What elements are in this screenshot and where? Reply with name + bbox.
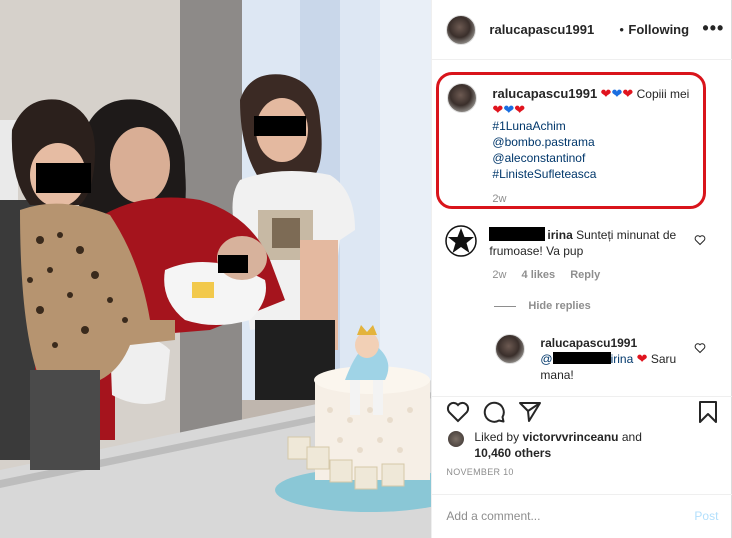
header-separator: • [619, 22, 624, 37]
comment-text: irina Sunteți minunat de frumoase! Va pu… [489, 227, 694, 259]
like-reply-icon[interactable] [694, 342, 706, 354]
red-heart-icon: ❤ [492, 102, 504, 117]
post-caption: ralucapascu1991 ❤❤❤ Copiii mei ❤❤❤ #1Lun… [432, 72, 732, 212]
comment-body: Sunteți minunat de frumoase! Va pup [489, 228, 677, 258]
red-heart-icon: ❤ [622, 86, 634, 101]
post-button[interactable]: Post [694, 509, 718, 523]
liker-avatar[interactable] [448, 431, 465, 447]
hashtag-link[interactable]: #1LunaAchim [492, 119, 565, 133]
and-label: and [621, 430, 642, 444]
comment-username[interactable]: irina [547, 228, 572, 242]
hide-replies-label: Hide replies [528, 300, 591, 312]
action-bar [432, 396, 732, 426]
post-side-panel: ralucapascu1991 • Following ••• ralucapa… [431, 0, 732, 538]
mention-link[interactable]: irina [611, 352, 634, 366]
red-heart-icon: ❤ [636, 351, 648, 366]
comment-likes[interactable]: 4 likes [522, 269, 556, 281]
more-options-icon[interactable]: ••• [702, 18, 724, 39]
reply-username[interactable]: ralucapascu1991 [540, 336, 637, 350]
reply-button[interactable]: Reply [570, 269, 600, 281]
caption-text: ralucapascu1991 ❤❤❤ Copiii mei ❤❤❤ #1Lun… [492, 86, 702, 182]
star-avatar-icon[interactable] [444, 224, 478, 258]
comment-input[interactable]: Add a comment... [446, 509, 540, 523]
liker-username[interactable]: victorvvrinceanu [522, 430, 618, 444]
following-button[interactable]: Following [628, 22, 689, 37]
like-post-icon[interactable] [446, 400, 470, 424]
author-username[interactable]: ralucapascu1991 [489, 22, 594, 37]
reply-avatar[interactable] [495, 334, 526, 364]
like-comment-icon[interactable] [694, 234, 706, 246]
family-photo-illustration [0, 0, 432, 538]
hashtag-link[interactable]: #LinisteSufleteasca [492, 167, 596, 181]
share-icon[interactable] [518, 400, 542, 424]
reply-text: @ irina ❤ Saru mana! [540, 351, 690, 383]
post-header: ralucapascu1991 • Following ••• [432, 0, 732, 60]
reply-comment: ralucapascu1991 @ irina ❤ Saru mana! [432, 330, 732, 390]
post-date[interactable]: NOVEMBER 10 [446, 467, 513, 477]
comment-timestamp[interactable]: 2w [492, 269, 506, 281]
mention-link[interactable]: @aleconstantinof [492, 151, 585, 165]
blue-heart-icon: ❤ [503, 102, 515, 117]
caption-body: Copiii mei [636, 87, 690, 101]
caption-username[interactable]: ralucapascu1991 [492, 86, 597, 101]
liked-by-label: Liked by [474, 430, 520, 444]
post-photo[interactable] [0, 0, 432, 538]
liked-by-line: Liked by victorvvrinceanu and [474, 430, 641, 444]
redacted-mention [552, 352, 611, 364]
red-heart-icon: ❤ [600, 86, 612, 101]
comment-meta: 2w 4 likes Reply [492, 269, 612, 281]
author-avatar[interactable] [446, 15, 477, 45]
mention-link[interactable]: @bombo.pastrama [492, 135, 594, 149]
bookmark-icon[interactable] [696, 400, 720, 424]
caption-timestamp[interactable]: 2w [492, 193, 506, 205]
blue-heart-icon: ❤ [611, 86, 623, 101]
hide-replies-button[interactable]: Hide replies [494, 300, 591, 312]
add-comment-bar: Add a comment... Post [432, 494, 732, 538]
instagram-post: ralucapascu1991 • Following ••• ralucapa… [0, 0, 732, 538]
mention-at[interactable]: @ [540, 352, 552, 366]
divider-line [494, 305, 517, 307]
red-heart-icon: ❤ [514, 102, 526, 117]
comment-icon[interactable] [482, 400, 506, 424]
comment: irina Sunteți minunat de frumoase! Va pu… [432, 222, 732, 292]
likes-count[interactable]: 10,460 others [474, 446, 551, 460]
